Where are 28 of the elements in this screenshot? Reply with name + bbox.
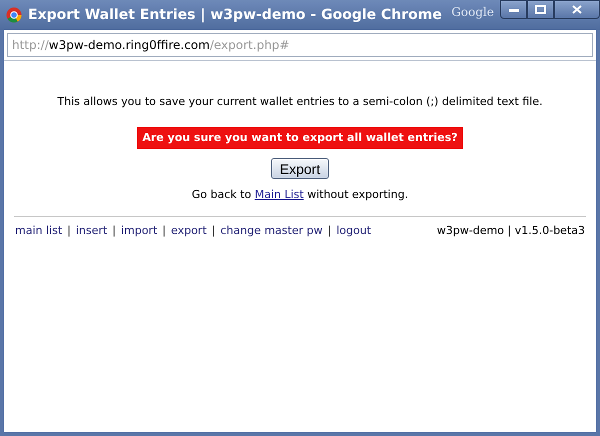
main-list-link[interactable]: Main List <box>254 188 304 201</box>
separator-text: | <box>162 222 166 239</box>
browser-logo-icon <box>6 7 22 23</box>
close-button[interactable] <box>554 0 600 19</box>
window-title: Export Wallet Entries | w3pw-demo - Google Chrome <box>28 6 442 24</box>
separator-text: | <box>328 222 332 239</box>
nav-link[interactable]: export <box>171 222 207 239</box>
minimize-button[interactable] <box>500 0 527 19</box>
version-text: w3pw-demo | v1.5.0-beta3 <box>436 222 585 239</box>
maximize-button[interactable] <box>527 0 554 19</box>
nav-link[interactable]: import <box>120 222 158 239</box>
nav-link[interactable]: main list <box>15 222 62 239</box>
address-field[interactable]: http://w3pw-demo.ring0ffire.com/export.php# <box>7 33 593 57</box>
export-button[interactable]: Export <box>270 158 330 179</box>
maximize-icon <box>535 5 546 14</box>
separator-text: | <box>67 222 71 239</box>
warning-banner: Are you sure you want to export all wallet entries? <box>137 126 463 149</box>
brand-text: Google <box>451 4 494 21</box>
close-icon <box>572 5 582 14</box>
nav-link[interactable]: logout <box>336 222 372 239</box>
nav-link[interactable]: insert <box>76 222 108 239</box>
separator-text: | <box>112 222 116 239</box>
intro-text: This allows you to save your current wallet entries to a semi-colon (;) delimited text file. <box>57 94 543 110</box>
back-text: Go back to <box>192 188 252 201</box>
back-text: without exporting. <box>307 188 408 201</box>
minimize-icon <box>508 8 518 12</box>
nav-link[interactable]: change master pw <box>220 222 323 239</box>
separator-text: | <box>212 222 216 239</box>
